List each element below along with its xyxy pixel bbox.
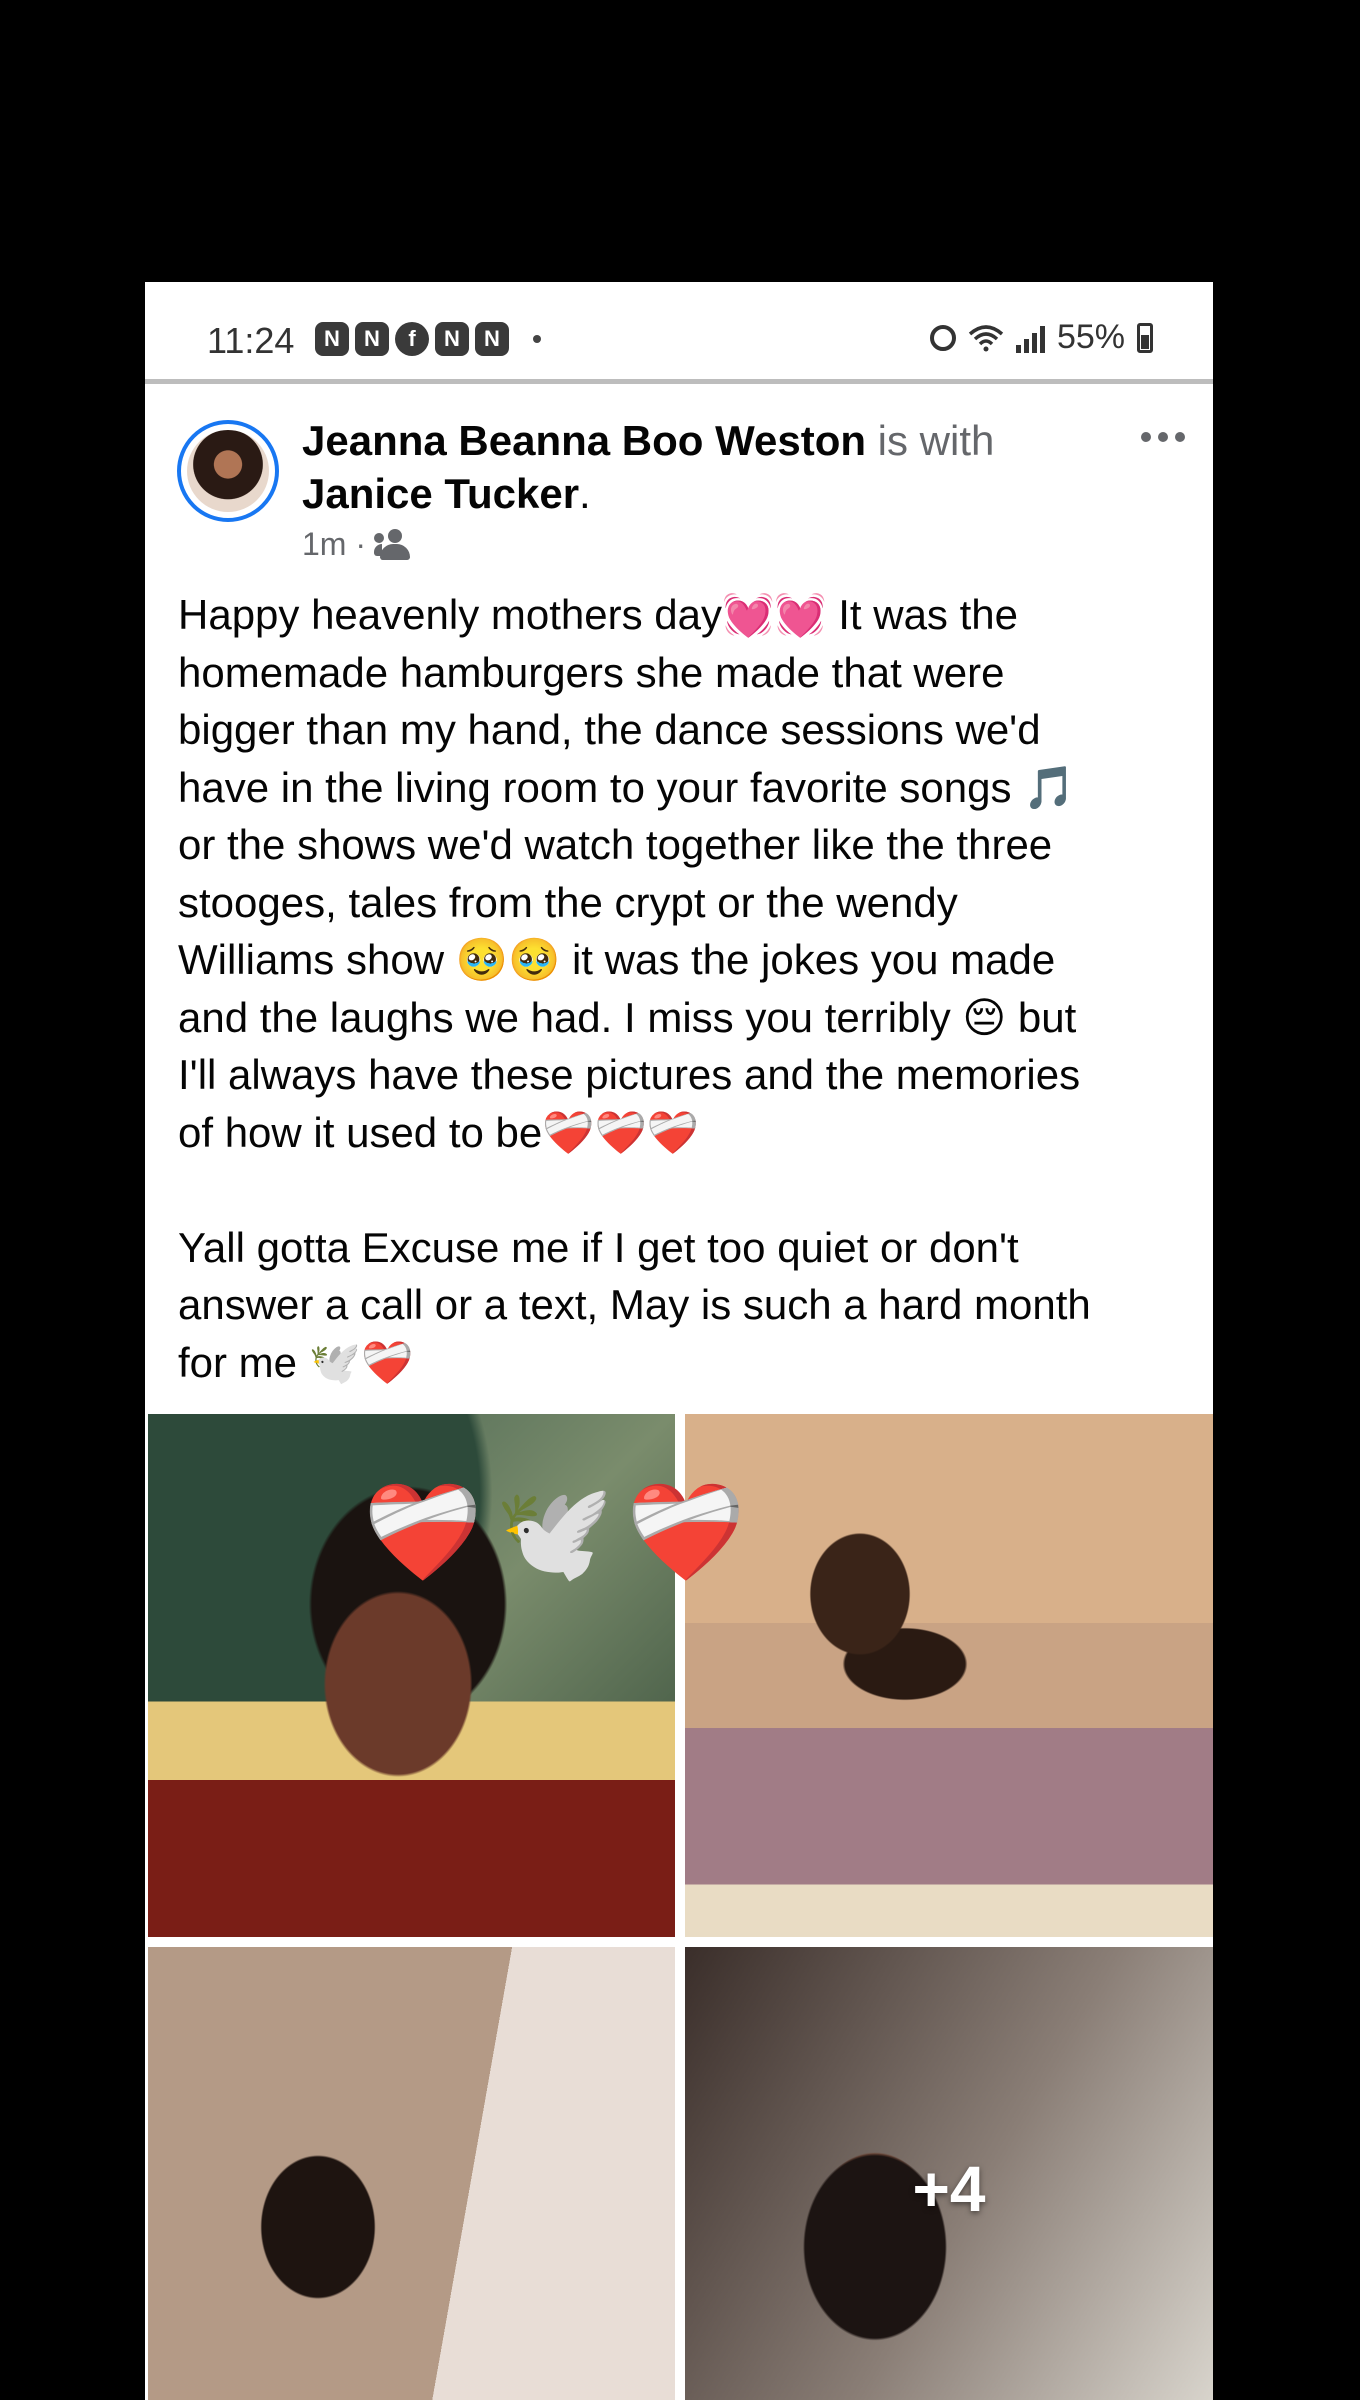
post-author-line: Jeanna Beanna Boo Weston is with Janice … — [302, 414, 1062, 520]
avatar-image — [187, 430, 269, 512]
wifi-icon — [968, 324, 1004, 351]
more-notifications-dot — [533, 335, 541, 343]
phone-screen: 11:24 N N f N N 55% Jeanna Beanna Boo We… — [145, 282, 1213, 2400]
author-name[interactable]: Jeanna Beanna Boo Weston — [302, 417, 866, 464]
alarm-icon — [929, 324, 956, 351]
notification-app-icon: N — [435, 322, 469, 356]
status-time: 11:24 — [207, 320, 295, 361]
photo-3[interactable] — [148, 1947, 675, 2400]
photo-2[interactable] — [685, 1414, 1213, 1937]
facebook-icon: f — [395, 322, 429, 356]
tagged-name[interactable]: Janice Tucker — [302, 470, 579, 517]
more-photos-count[interactable]: +4 — [685, 1947, 1213, 2400]
status-bar: 11:24 N N f N N 55% — [145, 282, 1213, 384]
post-text: Happy heavenly mothers day💓💓 It was the … — [178, 591, 1091, 1386]
photo-overlay-emoji: ❤️‍🩹🕊️❤️‍🩹 — [363, 1479, 758, 1586]
battery-percent: 55% — [1056, 318, 1125, 356]
period: . — [579, 470, 591, 517]
notification-app-icon: N — [475, 322, 509, 356]
notification-app-icon: N — [315, 322, 349, 356]
notification-icons: N N f N N — [315, 322, 541, 356]
more-dot — [1158, 432, 1168, 442]
more-dot — [1141, 432, 1151, 442]
battery-icon — [1137, 322, 1153, 353]
status-indicators: 55% — [929, 318, 1153, 357]
photo-4[interactable]: +4 — [685, 1947, 1213, 2400]
signal-icon — [1015, 323, 1045, 353]
post-meta: 1m · — [302, 526, 414, 563]
more-dot — [1175, 432, 1185, 442]
friends-icon[interactable] — [374, 528, 414, 561]
notification-app-icon: N — [355, 322, 389, 356]
author-avatar[interactable] — [177, 420, 279, 522]
with-text: is with — [866, 417, 995, 464]
more-options-button[interactable] — [1141, 432, 1185, 442]
post-timestamp[interactable]: 1m · — [302, 526, 366, 563]
